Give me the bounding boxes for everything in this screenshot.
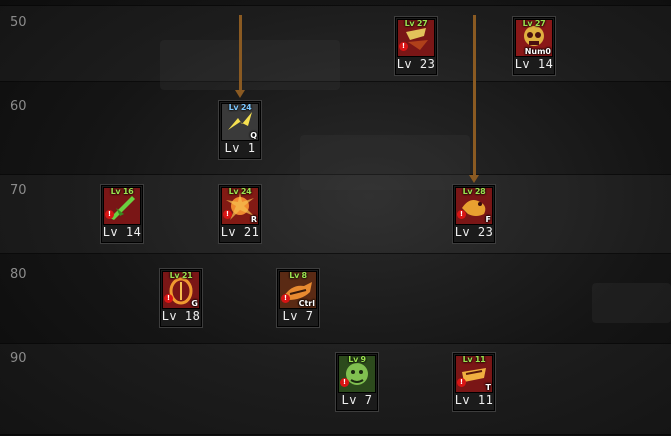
golden-roar-skill-icon: Lv 11 ! T	[455, 355, 493, 393]
skill-slot[interactable]: Lv 16 ! Lv 14	[100, 184, 144, 244]
prerequisite-arrow	[235, 15, 245, 98]
background-banner	[160, 40, 340, 90]
skill-slot[interactable]: Lv 21 ! G Lv 18	[159, 268, 203, 328]
alert-icon: !	[281, 294, 290, 303]
hotkey-label: Num0	[524, 47, 551, 56]
skill-level: Lv 14	[514, 57, 554, 71]
skill-slot[interactable]: Lv 28 ! F Lv 23	[452, 184, 496, 244]
skill-level: Lv 11	[454, 393, 494, 407]
skill-level: Lv 1	[224, 141, 256, 155]
required-level: Lv 27	[522, 19, 546, 28]
background-banner	[592, 283, 671, 323]
golden-dragon-skill-icon: Lv 28 ! F	[455, 187, 493, 225]
red-flame-skill-icon: Lv 27 !	[397, 19, 435, 57]
skill-slot[interactable]: Lv 11 ! T Lv 11	[452, 352, 496, 412]
skill-level: Lv 14	[102, 225, 142, 239]
alert-icon: !	[164, 294, 173, 303]
skill-slot[interactable]: Lv 27 Num0 Lv 14	[512, 16, 556, 76]
fire-burst-skill-icon: Lv 24 ! R	[221, 187, 259, 225]
level-row-label: 80	[10, 267, 27, 282]
skill-slot[interactable]: Lv 27 ! Lv 23	[394, 16, 438, 76]
required-level: Lv 24	[228, 103, 252, 112]
required-level: Lv 27	[404, 19, 428, 28]
yellow-slash-skill-icon: Lv 24 Q	[221, 103, 259, 141]
required-level: Lv 28	[462, 187, 486, 196]
skill-level: Lv 7	[282, 309, 314, 323]
hotkey-label: Ctrl	[298, 299, 315, 308]
skull-skill-icon: Lv 27 Num0	[515, 19, 553, 57]
required-level: Lv 16	[110, 187, 134, 196]
required-level: Lv 21	[169, 271, 193, 280]
skill-slot[interactable]: Lv 8 ! Ctrl Lv 7	[276, 268, 320, 328]
skill-level: Lv 21	[220, 225, 260, 239]
tiger-charge-skill-icon: Lv 8 ! Ctrl	[279, 271, 317, 309]
alert-icon: !	[223, 210, 232, 219]
green-spear-skill-icon: Lv 16 !	[103, 187, 141, 225]
hotkey-label: R	[250, 215, 257, 224]
skill-level: Lv 18	[161, 309, 201, 323]
hotkey-label: F	[485, 215, 491, 224]
hotkey-label: T	[485, 383, 491, 392]
required-level: Lv 9	[348, 355, 366, 364]
required-level: Lv 24	[228, 187, 252, 196]
required-level: Lv 8	[289, 271, 307, 280]
skill-level: Lv 23	[396, 57, 436, 71]
alert-icon: !	[457, 378, 466, 387]
required-level: Lv 11	[462, 355, 486, 364]
alert-icon: !	[340, 378, 349, 387]
hotkey-label: Q	[250, 131, 257, 140]
skill-level: Lv 7	[341, 393, 373, 407]
level-row-label: 90	[10, 351, 27, 366]
level-row-label: 60	[10, 99, 27, 114]
skill-level: Lv 23	[454, 225, 494, 239]
green-beast-skill-icon: Lv 9 !	[338, 355, 376, 393]
background-banner	[300, 135, 470, 190]
level-row-label: 70	[10, 183, 27, 198]
skill-tree-panel: 50 60 70 80 90 Lv 27 ! Lv 23 Lv 27 Num0 …	[0, 0, 671, 436]
hotkey-label: G	[191, 299, 198, 308]
alert-icon: !	[105, 210, 114, 219]
skill-slot[interactable]: Lv 24 ! R Lv 21	[218, 184, 262, 244]
level-row-label: 50	[10, 15, 27, 30]
alert-icon: !	[399, 42, 408, 51]
flame-shield-skill-icon: Lv 21 ! G	[162, 271, 200, 309]
alert-icon: !	[457, 210, 466, 219]
skill-slot[interactable]: Lv 9 ! Lv 7	[335, 352, 379, 412]
skill-slot[interactable]: Lv 24 Q Lv 1	[218, 100, 262, 160]
prerequisite-arrow	[469, 15, 479, 183]
